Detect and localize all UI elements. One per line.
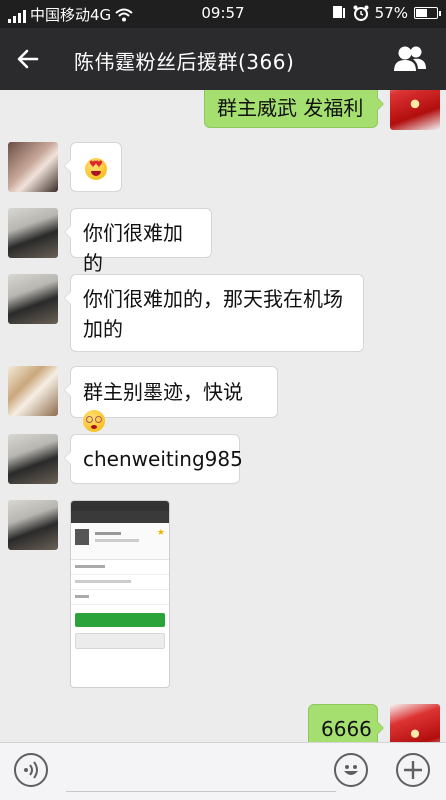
image-message[interactable]: ★ xyxy=(70,500,170,688)
my-avatar[interactable] xyxy=(390,704,440,742)
battery-icon xyxy=(414,7,441,19)
back-arrow-icon xyxy=(17,49,39,69)
dizzy-face-emoji-icon xyxy=(83,410,105,432)
group-members-icon xyxy=(394,46,426,71)
message-text: 群主别墨迹，快说 xyxy=(83,380,243,404)
message-text: 你们很难加的 xyxy=(83,221,183,275)
emoji-icon xyxy=(344,765,358,775)
alarm-icon xyxy=(353,5,369,21)
battery-percent: 57% xyxy=(374,4,408,22)
message-bubble-received[interactable]: 你们很难加的 xyxy=(64,208,212,275)
member-avatar[interactable] xyxy=(8,366,58,416)
message-bubble-received[interactable]: 群主别墨迹，快说 xyxy=(64,366,278,432)
voice-button[interactable] xyxy=(14,753,48,787)
member-avatar[interactable] xyxy=(8,208,58,258)
back-button[interactable] xyxy=(0,28,56,90)
message-text: 6666 xyxy=(321,717,372,741)
message-bubble-received[interactable]: chenweiting985 xyxy=(64,434,243,484)
group-info-button[interactable] xyxy=(380,28,440,90)
message-text: 加的 xyxy=(83,317,123,341)
member-avatar[interactable] xyxy=(8,274,58,324)
mute-icon xyxy=(332,6,345,18)
message-text: 群主威武 发福利 xyxy=(217,96,364,120)
member-avatar[interactable] xyxy=(8,434,58,484)
my-avatar[interactable] xyxy=(390,90,440,130)
message-bubble-sent[interactable]: 群主威武 发福利 xyxy=(204,90,384,128)
heart-eyes-emoji-icon xyxy=(85,158,107,180)
chat-messages[interactable]: 群主威武 发福利 你们很难加的 你们很难加的，那天我在机场 加的 群主别墨迹，快… xyxy=(0,90,446,742)
input-bar xyxy=(0,742,446,800)
message-text: 你们很难加的，那天我在机场 xyxy=(83,287,343,311)
status-right: 57% xyxy=(331,4,441,22)
message-bubble-sent[interactable]: 6666 xyxy=(308,704,384,742)
voice-icon xyxy=(24,761,38,779)
message-text: chenweiting985 xyxy=(83,447,243,471)
plus-icon xyxy=(404,761,422,779)
message-bubble-received[interactable] xyxy=(64,142,122,192)
message-bubble-received[interactable]: 你们很难加的，那天我在机场 加的 xyxy=(64,274,364,352)
title-bar: 陈伟霆粉丝后援群(366) xyxy=(0,28,446,90)
status-bar: 中国移动4G 09:57 57% xyxy=(0,0,446,28)
more-button[interactable] xyxy=(396,753,430,787)
member-avatar[interactable] xyxy=(8,500,58,550)
message-input[interactable] xyxy=(66,791,336,792)
member-avatar[interactable] xyxy=(8,142,58,192)
emoji-button[interactable] xyxy=(334,753,368,787)
chat-title: 陈伟霆粉丝后援群(366) xyxy=(74,50,295,74)
